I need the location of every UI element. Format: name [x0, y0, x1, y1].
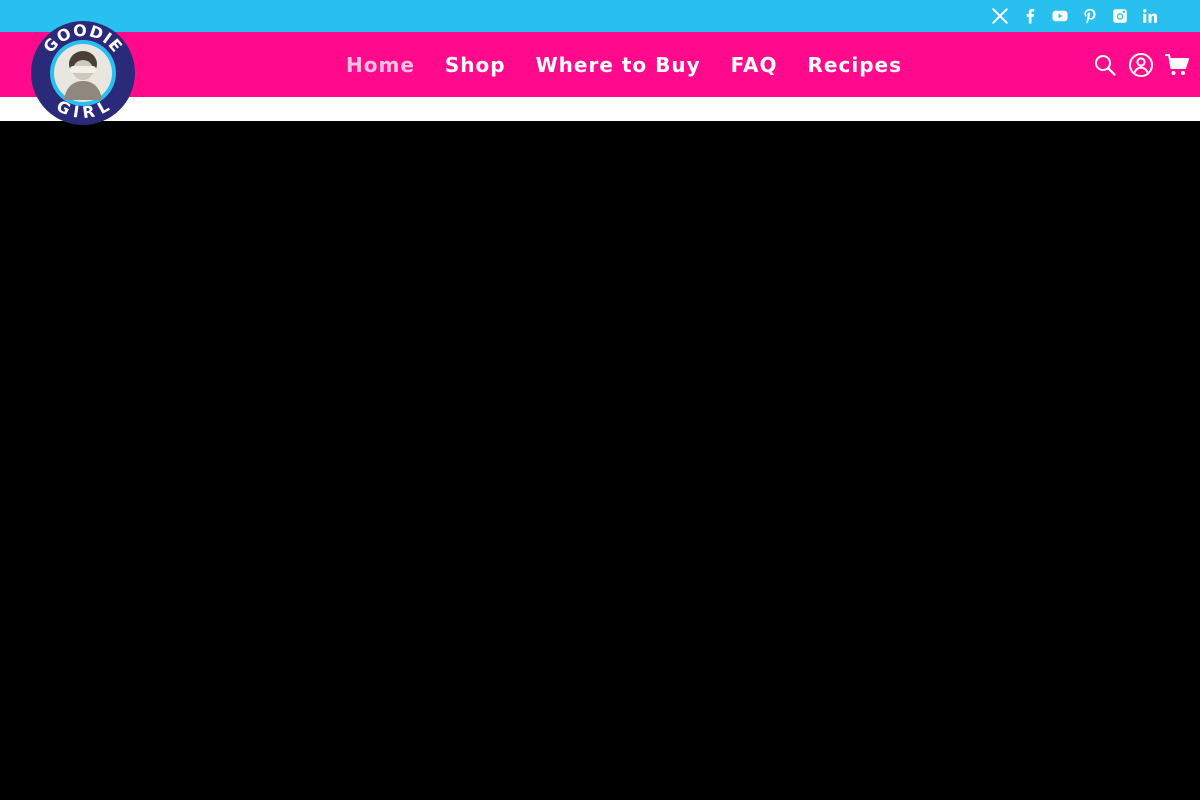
- youtube-icon[interactable]: [1050, 6, 1070, 26]
- linkedin-icon[interactable]: [1140, 6, 1160, 26]
- pinterest-icon[interactable]: [1080, 6, 1100, 26]
- nav-link-shop[interactable]: Shop: [445, 53, 506, 77]
- account-icon[interactable]: [1128, 52, 1154, 78]
- nav-link-faq[interactable]: FAQ: [731, 53, 778, 77]
- social-links: [990, 0, 1160, 32]
- top-utility-bar: [0, 0, 1200, 32]
- header-tools: [1092, 32, 1190, 97]
- facebook-icon[interactable]: [1020, 6, 1040, 26]
- cart-icon[interactable]: [1164, 52, 1190, 78]
- nav-link-home[interactable]: Home: [346, 53, 415, 77]
- nav-link-where-to-buy[interactable]: Where to Buy: [536, 53, 701, 77]
- x-icon[interactable]: [990, 6, 1010, 26]
- nav-link-recipes[interactable]: Recipes: [808, 53, 902, 77]
- primary-nav: Home Shop Where to Buy FAQ Recipes: [0, 32, 1200, 97]
- hero-banner: [0, 121, 1200, 800]
- header-divider-strip: [0, 97, 1200, 121]
- instagram-icon[interactable]: [1110, 6, 1130, 26]
- registered-mark: ®: [127, 107, 134, 115]
- brand-logo[interactable]: GOODIE GIRL ®: [28, 18, 138, 128]
- search-icon[interactable]: [1092, 52, 1118, 78]
